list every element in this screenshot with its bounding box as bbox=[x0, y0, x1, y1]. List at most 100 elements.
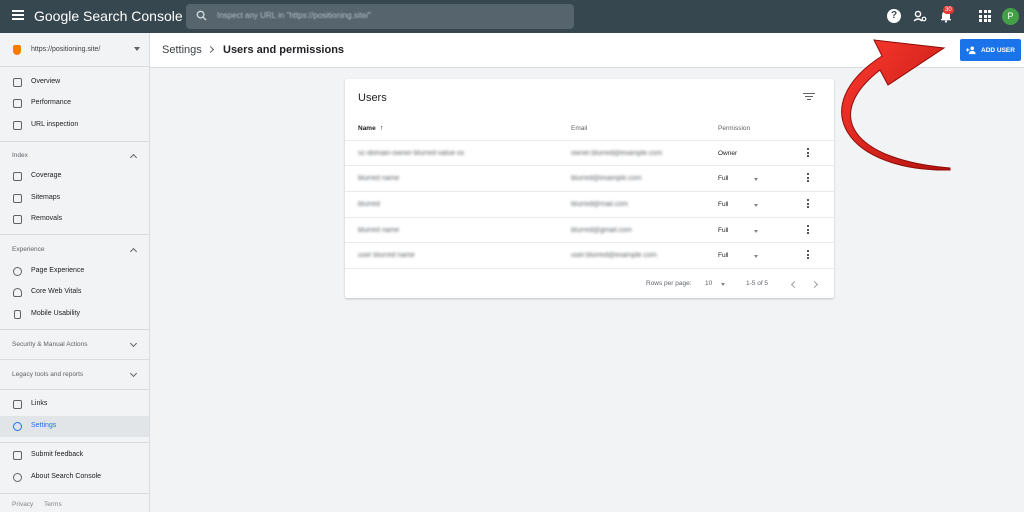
sidebar-item-label: Core Web Vitals bbox=[31, 288, 82, 295]
sidebar-item-coverage[interactable]: Coverage bbox=[0, 166, 149, 187]
app-logo[interactable]: Google Search Console bbox=[34, 8, 183, 24]
more-vert-icon[interactable] bbox=[806, 225, 810, 236]
dropdown-arrow-icon[interactable] bbox=[754, 204, 758, 207]
more-vert-icon[interactable] bbox=[806, 199, 810, 210]
table-row: blurred blurred@mail.com Full bbox=[345, 191, 834, 216]
dropdown-arrow-icon[interactable] bbox=[754, 230, 758, 233]
section-label: Legacy tools and reports bbox=[12, 371, 84, 378]
main-content: Users Name ↑ Email Permission sc-domain-… bbox=[150, 68, 1024, 512]
add-user-button[interactable]: ADD USER bbox=[960, 39, 1021, 61]
avatar[interactable]: P bbox=[1002, 8, 1019, 25]
user-name-cell: sc-domain-owner-blurred-value-xx bbox=[358, 150, 465, 157]
sidebar-item-label: Mobile Usability bbox=[31, 310, 81, 317]
caret-down-icon bbox=[134, 47, 140, 51]
file-copy-icon bbox=[13, 172, 22, 181]
sidebar-item-submit-feedback[interactable]: Submit feedback bbox=[0, 445, 149, 466]
privacy-link[interactable]: Privacy bbox=[12, 501, 33, 508]
terms-link[interactable]: Terms bbox=[44, 501, 62, 508]
info-icon bbox=[13, 473, 22, 482]
filter-icon[interactable] bbox=[803, 93, 815, 101]
more-vert-icon[interactable] bbox=[806, 173, 810, 184]
property-selector[interactable]: https://positioning.site/ bbox=[0, 33, 149, 67]
section-security-manual-actions[interactable]: Security & Manual Actions bbox=[0, 334, 149, 355]
add-user-label: ADD USER bbox=[981, 47, 1015, 54]
permission-select[interactable]: Full bbox=[718, 175, 728, 182]
sort-arrow-up-icon[interactable]: ↑ bbox=[380, 125, 384, 132]
divider bbox=[0, 141, 149, 142]
dropdown-arrow-icon[interactable] bbox=[754, 178, 758, 181]
sidebar-item-label: About Search Console bbox=[31, 473, 102, 480]
help-icon[interactable]: ? bbox=[887, 9, 901, 23]
footer-links: Privacy Terms bbox=[12, 501, 71, 508]
rows-per-page-label: Rows per page: bbox=[646, 280, 692, 287]
speed-icon bbox=[13, 288, 22, 297]
search-icon bbox=[13, 121, 22, 130]
sidebar-item-url-inspection[interactable]: URL inspection bbox=[0, 115, 149, 136]
sidebar-item-label: Links bbox=[31, 400, 48, 407]
search-icon bbox=[196, 10, 207, 21]
search-input[interactable]: Inspect any URL in "https://positioning.… bbox=[186, 4, 574, 29]
sidebar-item-links[interactable]: Links bbox=[0, 394, 149, 415]
section-experience[interactable]: Experience bbox=[0, 239, 149, 260]
sidebar-item-label: Sitemaps bbox=[31, 194, 61, 201]
user-name-cell: blurred bbox=[358, 201, 380, 208]
table-bottom-border bbox=[345, 268, 834, 269]
table-row: sc-domain-owner-blurred-value-xx owner.b… bbox=[345, 140, 834, 165]
rows-per-page-select[interactable]: 10 bbox=[705, 280, 712, 287]
sidebar-item-settings[interactable]: Settings bbox=[0, 416, 149, 437]
links-icon bbox=[13, 400, 22, 409]
permission-select[interactable]: Full bbox=[718, 227, 728, 234]
section-legacy-tools[interactable]: Legacy tools and reports bbox=[0, 364, 149, 385]
sidebar-item-page-experience[interactable]: Page Experience bbox=[0, 261, 149, 282]
chevron-right-icon[interactable] bbox=[810, 280, 819, 289]
search-placeholder: Inspect any URL in "https://positioning.… bbox=[217, 11, 372, 20]
sidebar-item-removals[interactable]: Removals bbox=[0, 209, 149, 230]
user-email-cell: owner.blurred@example.com bbox=[571, 150, 663, 157]
more-vert-icon[interactable] bbox=[806, 148, 810, 159]
notification-count-badge: 30 bbox=[943, 6, 954, 14]
sidebar-item-label: Coverage bbox=[31, 172, 62, 179]
chevron-right-icon bbox=[206, 45, 215, 54]
user-name-cell: blurred name bbox=[358, 175, 400, 182]
settings-icon bbox=[13, 422, 22, 431]
dropdown-arrow-icon[interactable] bbox=[721, 283, 725, 286]
sidebar-item-label: Performance bbox=[31, 99, 72, 106]
person-add-icon bbox=[966, 46, 976, 55]
sidebar-item-sitemaps[interactable]: Sitemaps bbox=[0, 188, 149, 209]
sidebar-item-about[interactable]: About Search Console bbox=[0, 467, 149, 488]
table-row: user blurred name user.blurred@example.c… bbox=[345, 242, 834, 267]
permission-cell: Owner bbox=[718, 150, 738, 157]
chevron-down-icon bbox=[129, 339, 138, 348]
column-header-permission: Permission bbox=[718, 125, 751, 132]
dropdown-arrow-icon[interactable] bbox=[754, 255, 758, 258]
divider bbox=[0, 442, 149, 443]
sidebar-item-mobile-usability[interactable]: Mobile Usability bbox=[0, 304, 149, 325]
permission-select[interactable]: Full bbox=[718, 201, 728, 208]
more-vert-icon[interactable] bbox=[806, 250, 810, 261]
visibility-off-icon bbox=[13, 215, 22, 224]
sidebar-item-label: Page Experience bbox=[31, 267, 85, 274]
page-title: Users and permissions bbox=[223, 44, 345, 56]
chevron-up-icon bbox=[129, 247, 138, 256]
divider bbox=[0, 234, 149, 235]
table-row: blurred name blurred@gmail.com Full bbox=[345, 217, 834, 242]
users-card: Users Name ↑ Email Permission sc-domain-… bbox=[345, 79, 834, 298]
column-header-name[interactable]: Name bbox=[358, 125, 376, 132]
user-email-cell: blurred@example.com bbox=[571, 175, 642, 182]
chevron-left-icon[interactable] bbox=[790, 280, 799, 289]
sidebar-item-label: Submit feedback bbox=[31, 451, 84, 458]
apps-grid-icon[interactable] bbox=[979, 10, 991, 22]
user-email-cell: blurred@mail.com bbox=[571, 201, 628, 208]
sidebar-item-core-web-vitals[interactable]: Core Web Vitals bbox=[0, 282, 149, 303]
menu-icon[interactable] bbox=[12, 10, 24, 20]
smartphone-icon bbox=[14, 310, 21, 319]
breadcrumb-settings[interactable]: Settings bbox=[162, 44, 202, 56]
sidebar-item-overview[interactable]: Overview bbox=[0, 72, 149, 93]
section-index[interactable]: Index bbox=[0, 145, 149, 166]
manage-accounts-icon[interactable] bbox=[913, 9, 927, 23]
sidebar-item-performance[interactable]: Performance bbox=[0, 93, 149, 114]
section-label: Experience bbox=[12, 246, 45, 253]
top-app-bar: Google Search Console Inspect any URL in… bbox=[0, 0, 1024, 33]
user-name-cell: user blurred name bbox=[358, 252, 415, 259]
permission-select[interactable]: Full bbox=[718, 252, 728, 259]
